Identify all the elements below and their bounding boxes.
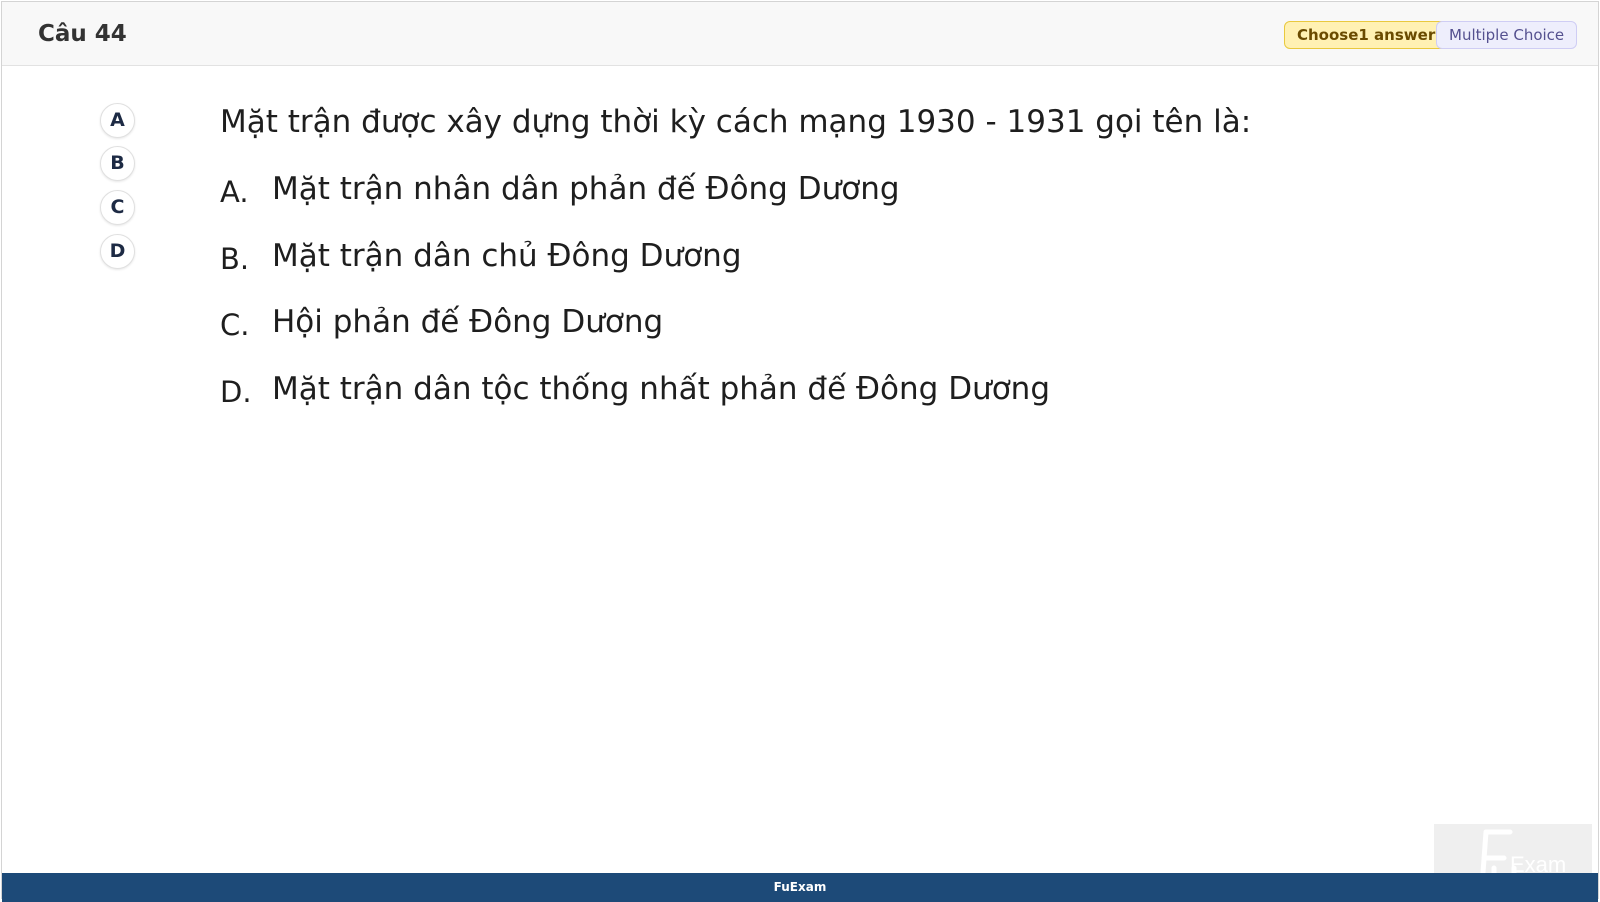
question-number: Câu 44 bbox=[38, 21, 127, 47]
question-text: Mặt trận được xây dựng thời kỳ cách mạng… bbox=[220, 104, 1252, 140]
option-text: Hội phản đế Đông Dương bbox=[272, 304, 664, 340]
footer-bar: FuExam bbox=[2, 873, 1598, 902]
option-letter: A. bbox=[220, 175, 249, 209]
option-text: Mặt trận nhân dân phản đế Đông Dương bbox=[272, 171, 900, 207]
answer-button-b[interactable]: B bbox=[100, 146, 135, 181]
option-letter: D. bbox=[220, 375, 252, 409]
answer-button-a[interactable]: A bbox=[100, 103, 135, 138]
option-text: Mặt trận dân tộc thống nhất phản đế Đông… bbox=[272, 371, 1050, 407]
option-letter: B. bbox=[220, 242, 250, 276]
footer-brand: FuExam bbox=[773, 880, 827, 894]
option-text: Mặt trận dân chủ Đông Dương bbox=[272, 238, 742, 274]
option-letter: C. bbox=[220, 308, 250, 342]
question-header: Câu 44 Choose1 answer Multiple Choice bbox=[2, 2, 1598, 66]
question-type-badge: Multiple Choice bbox=[1436, 21, 1578, 49]
quiz-window: Câu 44 Choose1 answer Multiple Choice A … bbox=[1, 1, 1599, 902]
answer-button-d[interactable]: D bbox=[100, 234, 135, 269]
answer-button-c[interactable]: C bbox=[100, 190, 135, 225]
choose-count-badge: Choose1 answer bbox=[1284, 21, 1449, 49]
